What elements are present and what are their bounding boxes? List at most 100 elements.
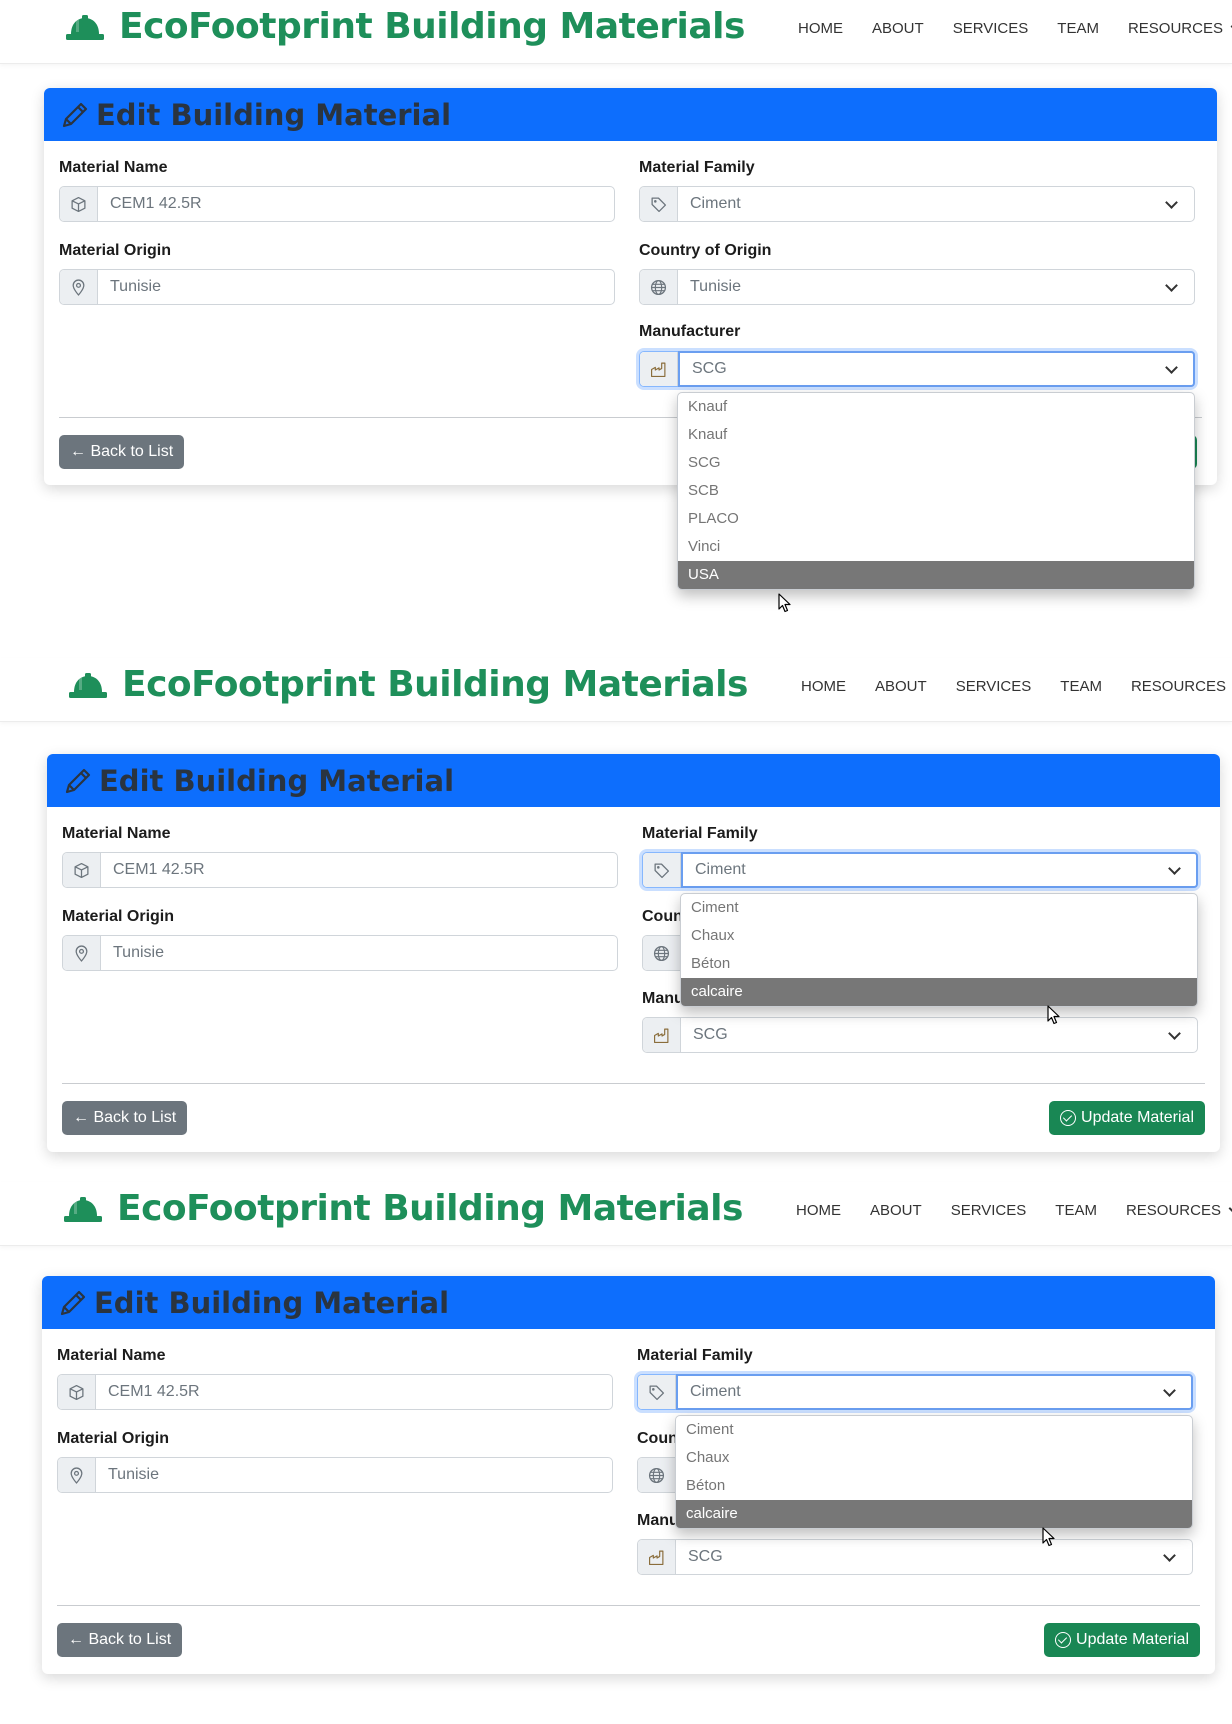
material-origin-value: Tunisie [110,278,161,295]
update-material-button[interactable]: Update Material [1044,1623,1200,1657]
material-family-label: Material Family [639,159,755,176]
family-option[interactable]: Chaux [681,922,1197,950]
material-origin-value: Tunisie [108,1466,159,1483]
globe-icon [640,270,678,304]
screenshot-panel-1: EcoFootprint Building Materials HOME ABO… [0,0,1232,650]
check-circle-icon [1055,1632,1072,1648]
material-origin-value: Tunisie [113,944,164,961]
manufacturer-option[interactable]: SCG [678,449,1194,477]
material-origin-label: Material Origin [59,242,172,259]
nav-team[interactable]: TEAM [1060,678,1102,695]
nav-team[interactable]: TEAM [1057,20,1099,37]
manufacturer-option[interactable]: PLACO [678,505,1194,533]
material-name-field[interactable]: CEM1 42.5R [62,852,618,888]
factory-icon [643,1018,681,1052]
card-header: Edit Building Material [42,1276,1215,1329]
manufacturer-option[interactable]: Vinci [678,533,1194,561]
material-family-select[interactable]: Ciment [642,852,1198,888]
pencil-icon [58,1288,88,1318]
card-header: Edit Building Material [44,88,1217,141]
manufacturer-label: Manu [637,1512,679,1529]
family-option[interactable]: Béton [681,950,1197,978]
nav-about[interactable]: ABOUT [872,20,924,37]
manufacturer-select[interactable]: SCG [642,1017,1198,1053]
nav-resources-label: RESOURCES [1127,19,1223,37]
back-to-list-button[interactable]: ← Back to List [57,1623,183,1657]
material-family-value: Ciment [690,195,741,212]
nav-menu: HOME ABOUT SERVICES TEAM RESOURCES [801,658,1232,714]
country-of-origin-select[interactable]: Tunisie [639,269,1195,305]
nav-about[interactable]: ABOUT [870,1202,922,1219]
family-option[interactable]: Ciment [676,1416,1192,1444]
material-origin-label: Material Origin [62,908,175,925]
hard-hat-icon [68,670,108,700]
material-origin-field[interactable]: Tunisie [62,935,618,971]
update-material-label: Update Material [1076,1631,1189,1648]
family-option[interactable]: Ciment [681,894,1197,922]
back-to-list-button[interactable]: ← Back to List [59,435,185,469]
cube-icon [60,187,98,221]
material-family-select[interactable]: Ciment [637,1374,1193,1410]
update-material-button[interactable]: Update Material [1049,1101,1205,1135]
nav-home[interactable]: HOME [798,20,843,37]
material-family-value: Ciment [681,852,1198,888]
mouse-cursor-icon [1042,1527,1056,1547]
material-family-label: Material Family [637,1347,753,1364]
material-origin-label: Material Origin [57,1430,170,1447]
nav-home[interactable]: HOME [796,1202,841,1219]
brand[interactable]: EcoFootprint Building Materials [63,1188,743,1229]
edit-material-card: Edit Building Material Material Name CEM… [47,754,1220,1152]
nav-menu: HOME ABOUT SERVICES TEAM RESOURCES [796,1182,1232,1238]
nav-menu: HOME ABOUT SERVICES TEAM RESOURCES [798,0,1232,56]
material-family-select[interactable]: Ciment [639,186,1195,222]
nav-team[interactable]: TEAM [1055,1202,1097,1219]
nav-about[interactable]: ABOUT [875,678,927,695]
nav-services[interactable]: SERVICES [951,1202,1027,1219]
manufacturer-option[interactable]: Knauf [678,393,1194,421]
card-title: Edit Building Material [99,763,455,798]
country-of-origin-label: Coun [642,908,683,925]
manufacturer-option-highlighted[interactable]: USA [678,561,1194,589]
nav-resources[interactable]: RESOURCES [1126,1202,1232,1219]
back-to-list-button[interactable]: ← Back to List [62,1101,188,1135]
material-origin-field[interactable]: Tunisie [59,269,615,305]
nav-services[interactable]: SERVICES [953,20,1029,37]
card-title: Edit Building Material [96,97,452,132]
hard-hat-icon [65,12,105,42]
factory-icon [640,352,678,386]
form-divider [62,1083,1205,1084]
material-name-label: Material Name [57,1347,166,1364]
material-name-label: Material Name [62,825,171,842]
nav-resources[interactable]: RESOURCES [1131,678,1232,695]
brand[interactable]: EcoFootprint Building Materials [68,664,748,705]
nav-resources[interactable]: RESOURCES [1128,20,1232,37]
tag-icon [640,187,678,221]
country-of-origin-value: Tunisie [690,278,741,295]
family-option[interactable]: Chaux [676,1444,1192,1472]
manufacturer-value: SCG [678,351,1195,387]
family-option-highlighted[interactable]: calcaire [681,978,1197,1006]
map-pin-icon [63,936,101,970]
pencil-icon [60,100,90,130]
material-origin-field[interactable]: Tunisie [57,1457,613,1493]
brand[interactable]: EcoFootprint Building Materials [65,6,745,47]
factory-icon [638,1540,676,1574]
family-option-highlighted[interactable]: calcaire [676,1500,1192,1528]
material-family-value: Ciment [676,1374,1193,1410]
manufacturer-select[interactable]: SCG [639,351,1195,387]
edit-material-card: Edit Building Material Material Name CEM… [42,1276,1215,1674]
edit-material-card: Edit Building Material Material Name CEM… [44,88,1217,590]
nav-services[interactable]: SERVICES [956,678,1032,695]
material-name-label: Material Name [59,159,168,176]
material-name-value: CEM1 42.5R [110,195,202,212]
family-option[interactable]: Béton [676,1472,1192,1500]
manufacturer-select[interactable]: SCG [637,1539,1193,1575]
navbar: EcoFootprint Building Materials HOME ABO… [0,0,1232,64]
manufacturer-option[interactable]: Knauf [678,421,1194,449]
screenshot-panel-3: EcoFootprint Building Materials HOME ABO… [0,1172,1232,1724]
card-title: Edit Building Material [94,1285,450,1320]
manufacturer-option[interactable]: SCB [678,477,1194,505]
material-name-field[interactable]: CEM1 42.5R [57,1374,613,1410]
nav-home[interactable]: HOME [801,678,846,695]
material-name-field[interactable]: CEM1 42.5R [59,186,615,222]
